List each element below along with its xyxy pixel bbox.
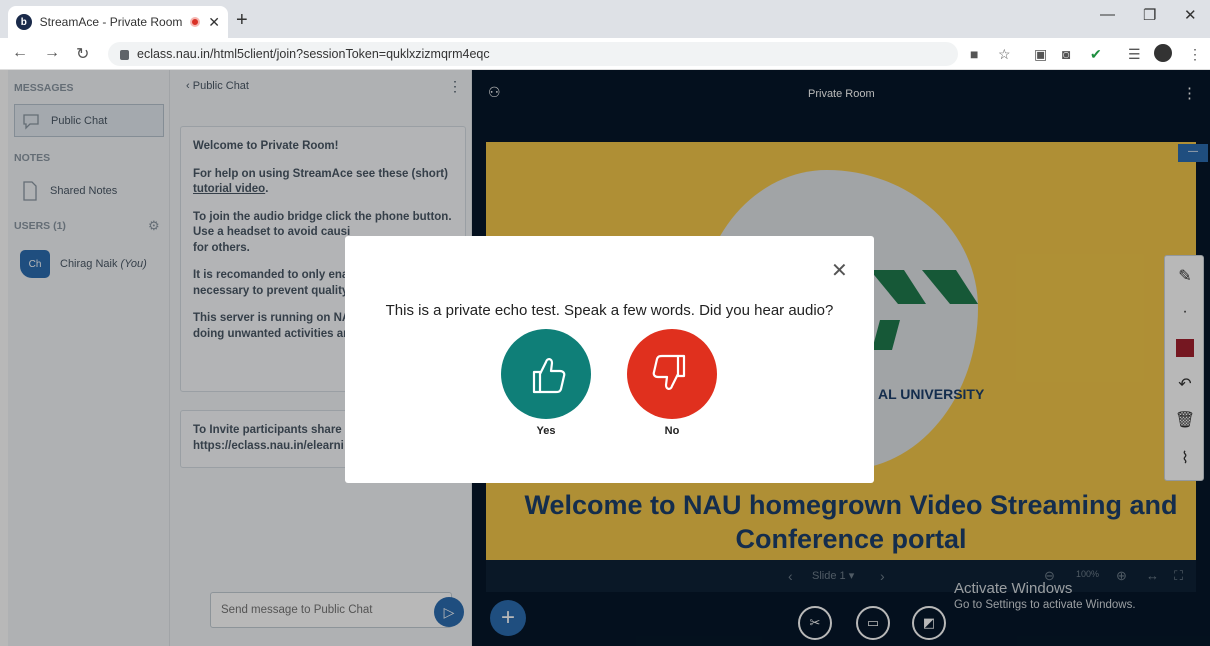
bookmark-star-icon[interactable]: ☆: [998, 46, 1011, 63]
restore-icon[interactable]: ❐: [1143, 6, 1156, 24]
favicon-icon: b: [16, 14, 32, 30]
tab-title: StreamAce - Private Room: [39, 15, 183, 29]
forward-icon[interactable]: →: [44, 44, 60, 62]
media-queue-icon[interactable]: ☰: [1128, 46, 1141, 63]
modal-close-icon[interactable]: ✕: [831, 258, 848, 283]
browser-tab-bar: b StreamAce - Private Room ✕ + — ❐ ✕: [0, 0, 1210, 38]
screenshot-icon[interactable]: ◙: [1062, 46, 1070, 62]
browser-menu-icon[interactable]: ⋮: [1188, 46, 1202, 63]
camera-blocked-icon[interactable]: ■: [970, 46, 978, 62]
no-label: No: [664, 425, 680, 437]
echo-test-question: This is a private echo test. Speak a few…: [385, 302, 834, 319]
url-text: eclass.nau.in/html5client/join?sessionTo…: [137, 47, 490, 61]
browser-tab[interactable]: b StreamAce - Private Room ✕: [8, 6, 228, 38]
minimize-icon[interactable]: —: [1100, 6, 1115, 23]
lock-icon: [120, 50, 129, 60]
extension-icon[interactable]: ▣: [1034, 46, 1047, 63]
tab-close-icon[interactable]: ✕: [208, 14, 220, 31]
address-bar-row: ← → ↻ eclass.nau.in/html5client/join?ses…: [0, 38, 1210, 70]
window-close-icon[interactable]: ✕: [1184, 6, 1197, 24]
back-icon[interactable]: ←: [12, 44, 28, 62]
thumbs-down-icon: [652, 354, 686, 390]
thumbs-up-icon: [532, 358, 566, 394]
shield-extension-icon[interactable]: ✔: [1090, 46, 1102, 63]
reload-icon[interactable]: ↻: [76, 44, 89, 64]
yes-answer: Yes: [501, 329, 591, 437]
echo-test-modal: ✕ This is a private echo test. Speak a f…: [345, 236, 874, 483]
no-answer: No: [627, 329, 717, 437]
no-button[interactable]: [627, 329, 717, 419]
url-field[interactable]: eclass.nau.in/html5client/join?sessionTo…: [108, 42, 958, 66]
yes-button[interactable]: [501, 329, 591, 419]
yes-label: Yes: [536, 425, 556, 437]
profile-avatar[interactable]: [1154, 44, 1172, 62]
recording-indicator-icon: [190, 17, 201, 27]
new-tab-button[interactable]: +: [236, 9, 248, 32]
